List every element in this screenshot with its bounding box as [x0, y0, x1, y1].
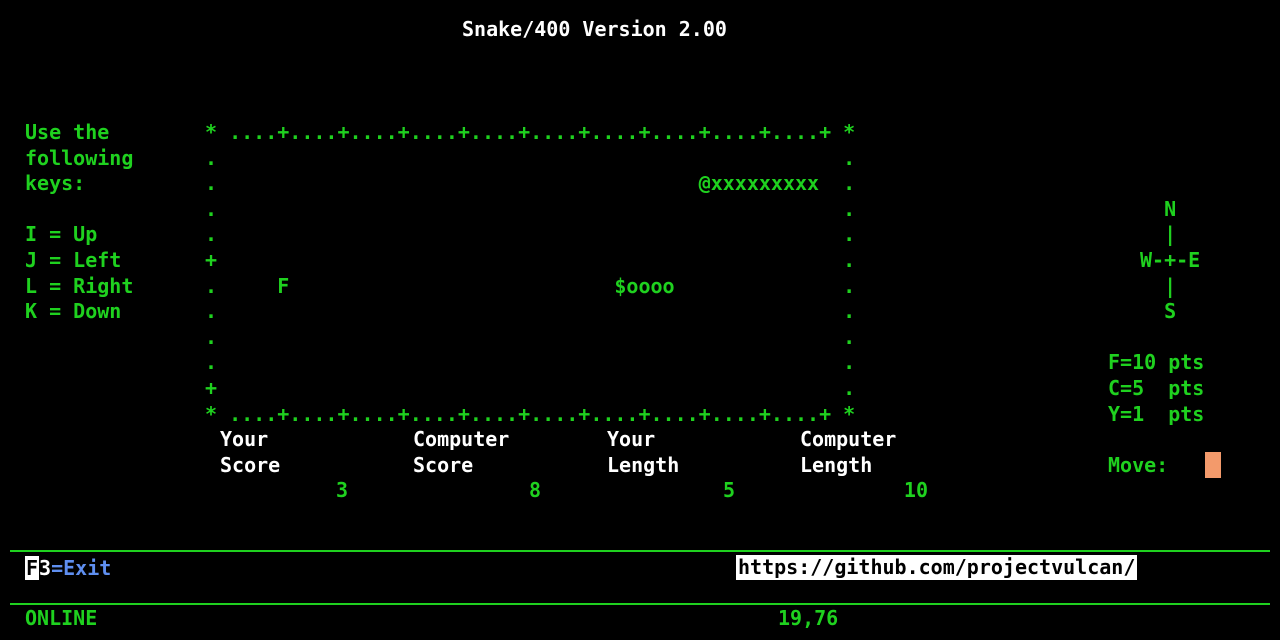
- connection-status: ONLINE: [25, 606, 98, 630]
- move-input[interactable]: [1205, 452, 1221, 478]
- f3-key: F: [25, 556, 40, 580]
- cursor-position: 19,76: [778, 606, 839, 630]
- computer-score-label: Computer: [413, 427, 510, 452]
- move-label: Move:: [1108, 452, 1169, 477]
- board-bottom-border: * ....+....+....+....+....+....+....+...…: [205, 401, 856, 426]
- your-score-value: 3: [335, 478, 348, 503]
- footer-separator: [10, 550, 1270, 552]
- board-row: . .: [205, 145, 856, 170]
- computer-length-label: Length: [800, 452, 873, 477]
- computer-score-value: 8: [528, 478, 541, 503]
- compass-south: S: [1140, 299, 1201, 324]
- board-row-food-computer-snake: . F $oooo .: [205, 273, 856, 298]
- f3-exit-label: =Exit: [51, 556, 112, 580]
- status-separator: [10, 603, 1270, 605]
- key-left-hint: J = Left: [25, 248, 122, 272]
- board-row: . .: [205, 299, 856, 324]
- points-food: F=10 pts: [1108, 350, 1205, 375]
- points-computer: C=5 pts: [1108, 376, 1205, 400]
- your-length-label: Length: [607, 452, 680, 477]
- f3-exit-button[interactable]: F3=Exit: [25, 556, 111, 580]
- computer-score-label: Score: [413, 452, 474, 477]
- your-length-value: 5: [722, 478, 735, 503]
- instruction-line: Use the: [25, 120, 110, 144]
- board-row-player-snake: . @xxxxxxxxx .: [205, 171, 856, 196]
- key-up-hint: I = Up: [25, 222, 98, 247]
- f3-key-number: 3: [39, 556, 52, 580]
- board-row: . .: [205, 350, 856, 375]
- board-top-border: * ....+....+....+....+....+....+....+...…: [205, 120, 856, 144]
- board-row: . .: [205, 196, 856, 221]
- board-row: + .: [205, 376, 856, 400]
- computer-length-label: Computer: [800, 427, 897, 452]
- compass-north: N: [1140, 196, 1201, 221]
- your-score-label: Your: [220, 427, 269, 452]
- computer-length-value: 10: [903, 478, 928, 503]
- instruction-line: following: [25, 145, 134, 170]
- compass-line: |: [1140, 273, 1201, 298]
- compass-line: |: [1140, 222, 1201, 247]
- instruction-line: keys:: [25, 171, 86, 196]
- board-row: + .: [205, 248, 856, 272]
- your-length-label: Your: [607, 427, 656, 452]
- compass-west-east: W-+-E: [1140, 248, 1201, 272]
- points-y: Y=1 pts: [1108, 401, 1205, 426]
- board-row: . .: [205, 324, 856, 349]
- key-down-hint: K = Down: [25, 299, 122, 324]
- board-row: . .: [205, 222, 856, 247]
- key-right-hint: L = Right: [25, 273, 134, 298]
- screen-title: Snake/400 Version 2.00: [462, 17, 727, 41]
- your-score-label: Score: [220, 452, 281, 477]
- github-url-link[interactable]: https://github.com/projectvulcan/: [736, 555, 1138, 580]
